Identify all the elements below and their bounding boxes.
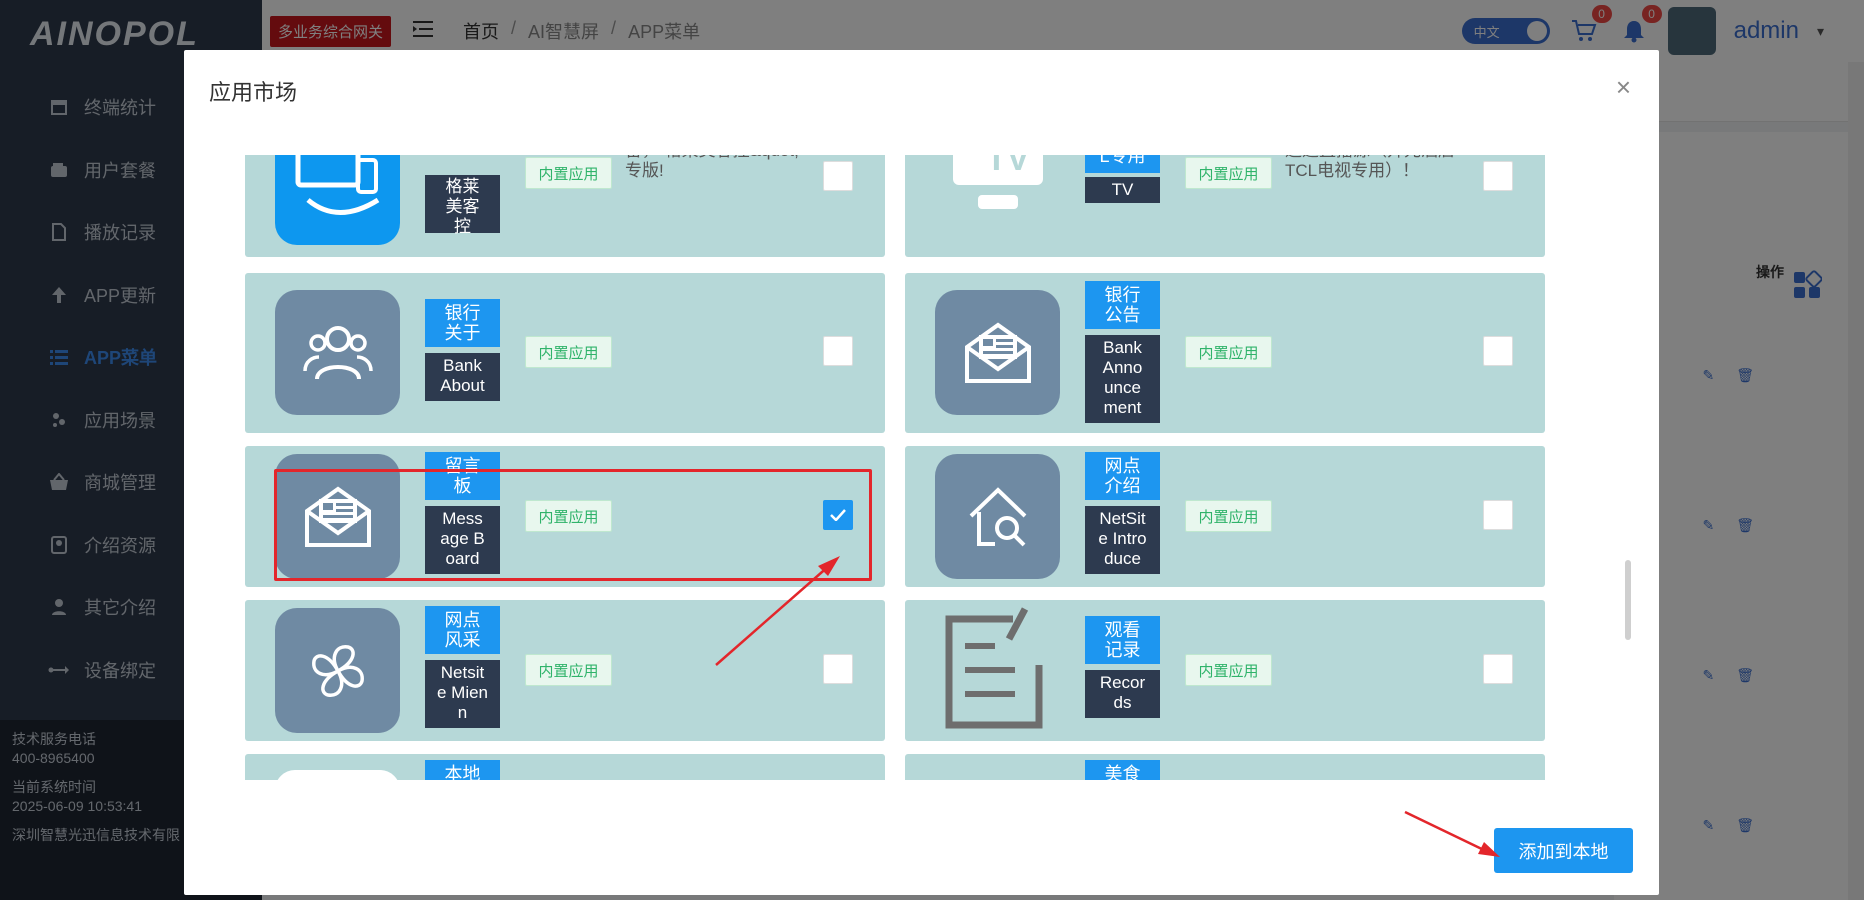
app-tag-cn: 银行 公告: [1085, 281, 1160, 329]
app-select-checkbox[interactable]: [1483, 654, 1513, 684]
builtin-badge: 内置应用: [1185, 654, 1272, 686]
app-tag-en: Recor ds: [1085, 670, 1160, 718]
home-search-icon: [935, 454, 1060, 579]
app-tag-cn: 美食: [1085, 760, 1160, 780]
app-tag-cn: 本地: [425, 760, 500, 780]
builtin-badge: 内置应用: [525, 336, 612, 368]
app-tag-cn: 网点 风采: [425, 606, 500, 654]
edit-note-icon: [935, 604, 1060, 729]
app-select-checkbox[interactable]: [1483, 161, 1513, 191]
add-to-local-button[interactable]: 添加到本地: [1494, 828, 1633, 873]
app-tag-en: Netsit e Mien n: [425, 660, 500, 728]
app-select-checkbox[interactable]: [1483, 500, 1513, 530]
builtin-badge: 内置应用: [1185, 157, 1272, 189]
envelope-icon: [935, 290, 1060, 415]
app-tag-cn: 观看 记录: [1085, 616, 1160, 664]
tv-phone-icon: [275, 155, 400, 245]
app-market-modal: 应用市场 × 控 格莱美客控 内置应用 电视端控制客房智控设备，“格莱美客控&q…: [184, 50, 1659, 895]
app-tag-en: Mess age Board: [425, 506, 500, 574]
envelope-icon: [275, 454, 400, 579]
app-select-checkbox[interactable]: [823, 500, 853, 530]
app-description: 对接TCL电视数字接口通道直播源（开元酒店TCL电视专用）！: [1285, 155, 1455, 180]
builtin-badge: 内置应用: [525, 500, 612, 532]
app-tag-cn: 视TCL专用: [1085, 155, 1160, 173]
app-select-checkbox[interactable]: [823, 161, 853, 191]
app-card-grid: 控 格莱美客控 内置应用 电视端控制客房智控设备，“格莱美客控&quot;专版!…: [245, 155, 1545, 780]
app-tag-cn: 留言板: [425, 452, 500, 500]
check-icon: [830, 509, 846, 521]
app-card[interactable]: 网点 风采 Netsit e Mien n 内置应用: [245, 600, 885, 741]
builtin-badge: 内置应用: [1185, 336, 1272, 368]
builtin-badge: 内置应用: [525, 157, 612, 189]
tv-icon: TV: [935, 155, 1060, 235]
app-select-checkbox[interactable]: [823, 336, 853, 366]
app-tag-en: Bank About: [425, 353, 500, 401]
app-tag-en: NetSit e Intro duce: [1085, 506, 1160, 574]
app-tag-cn: 网点 介绍: [1085, 452, 1160, 500]
app-card[interactable]: 本地: [245, 754, 885, 780]
app-select-checkbox[interactable]: [823, 654, 853, 684]
app-card[interactable]: 控 格莱美客控 内置应用 电视端控制客房智控设备，“格莱美客控&quot;专版!: [245, 155, 885, 257]
app-select-checkbox[interactable]: [1483, 336, 1513, 366]
close-icon[interactable]: ×: [1616, 72, 1631, 103]
app-card[interactable]: 网点 介绍 NetSit e Intro duce 内置应用: [905, 446, 1545, 587]
app-card[interactable]: 留言板 Mess age Board 内置应用: [245, 446, 885, 587]
app-tag-en: TV: [1085, 177, 1160, 203]
petals-icon: [275, 608, 400, 733]
app-description: 电视端控制客房智控设备，“格莱美客控&quot;专版!: [625, 155, 799, 180]
app-tag-cn: 银行 关于: [425, 299, 500, 347]
modal-scrollbar[interactable]: [1625, 560, 1631, 640]
modal-title: 应用市场: [209, 80, 298, 105]
svg-text:TV: TV: [986, 155, 1030, 178]
blank-icon: [275, 770, 400, 780]
app-card[interactable]: 银行 公告 Bank Anno unce ment 内置应用: [905, 273, 1545, 433]
builtin-badge: 内置应用: [1185, 500, 1272, 532]
app-card[interactable]: TV 视TCL专用 TV 内置应用 对接TCL电视数字接口通道直播源（开元酒店T…: [905, 155, 1545, 257]
app-tag-en: 格莱 美客控: [425, 175, 500, 236]
app-tag-en: Bank Anno unce ment: [1085, 335, 1160, 423]
app-card[interactable]: 观看 记录 Recor ds 内置应用: [905, 600, 1545, 741]
app-card[interactable]: 银行 关于 Bank About 内置应用: [245, 273, 885, 433]
app-card[interactable]: 美食: [905, 754, 1545, 780]
builtin-badge: 内置应用: [525, 654, 612, 686]
users-icon: [275, 290, 400, 415]
